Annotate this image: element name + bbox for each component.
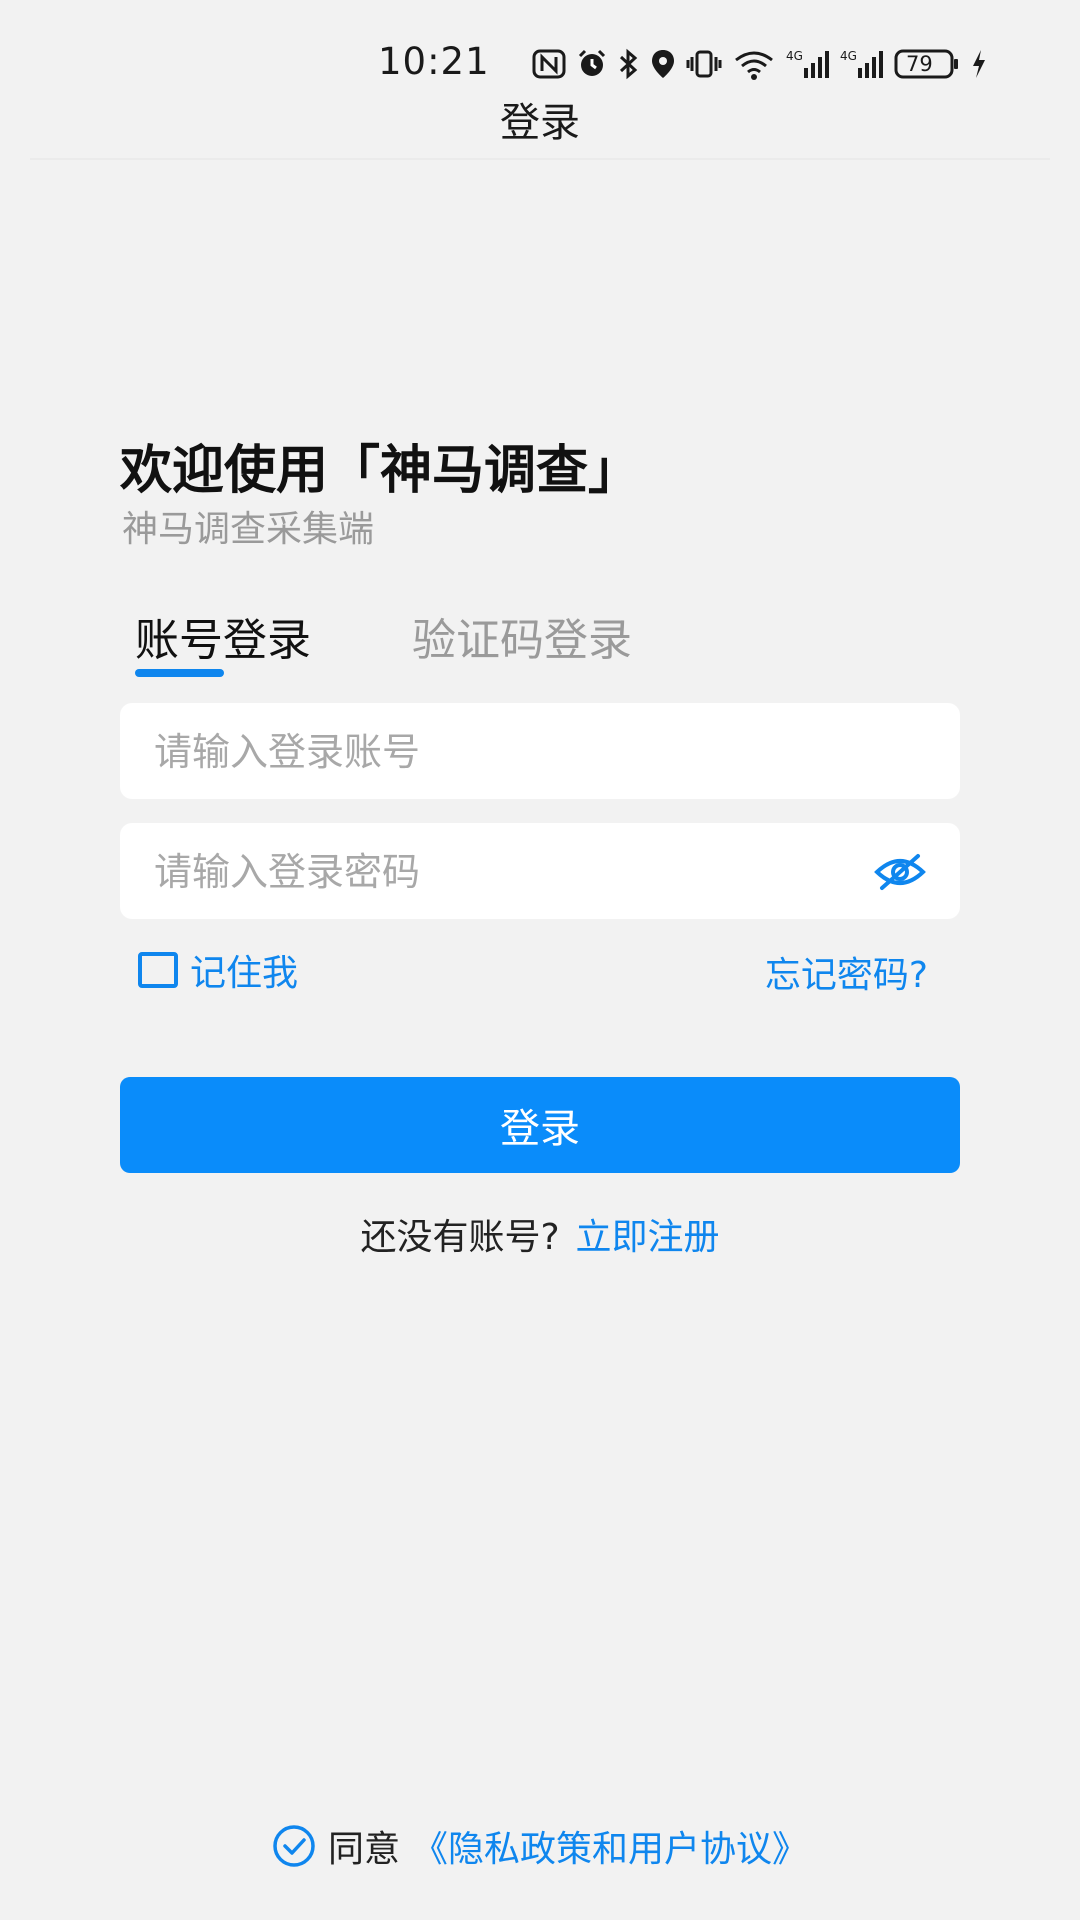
register-link[interactable]: 立即注册: [576, 1217, 720, 1258]
login-button[interactable]: 登录: [120, 1077, 960, 1173]
svg-text:4G: 4G: [786, 49, 803, 63]
battery-level: 79: [906, 52, 933, 76]
remember-me-toggle[interactable]: 记住我: [138, 946, 298, 994]
check-circle-icon[interactable]: [272, 1824, 316, 1868]
page-title: 登录: [500, 100, 580, 146]
charging-icon: [970, 48, 988, 80]
agreement-prefix: 同意: [327, 1829, 400, 1870]
welcome-subtitle: 神马调查采集端: [122, 509, 375, 550]
forgot-password-link[interactable]: 忘记密码?: [765, 946, 928, 998]
status-time: 10:21: [378, 40, 490, 83]
bluetooth-icon: [618, 48, 640, 80]
status-icons: 4G 4G 79: [532, 44, 998, 84]
remember-me-checkbox[interactable]: [138, 952, 178, 988]
toggle-password-visibility-button[interactable]: [872, 848, 928, 896]
agreement-row: 同意 《隐私政策和用户协议》: [0, 1820, 1080, 1872]
vibrate-icon: [686, 49, 722, 79]
wifi-icon: [732, 48, 776, 80]
signal-4g-icon: 4G: [840, 48, 884, 80]
password-field: [120, 823, 960, 921]
nfc-icon: [532, 49, 566, 79]
tab-sms-login[interactable]: 验证码登录: [412, 604, 632, 668]
location-icon: [650, 48, 676, 80]
remember-me-label: 记住我: [190, 953, 299, 994]
svg-text:4G: 4G: [840, 49, 857, 63]
battery-icon: 79: [894, 49, 960, 79]
welcome-title: 欢迎使用「神马调查」: [120, 441, 641, 501]
eye-off-icon: [874, 854, 926, 890]
title-bar: 登录: [0, 90, 1080, 160]
account-field: [120, 703, 960, 801]
account-input[interactable]: [152, 703, 896, 801]
login-screen: 10:21 4G 4G 79 登录 欢迎使用「神马调查」 神马调查采集端 账号登…: [0, 0, 1080, 1920]
signal-4g-icon: 4G: [786, 48, 830, 80]
register-row: 还没有账号? 立即注册: [0, 1208, 1080, 1260]
alarm-icon: [576, 48, 608, 80]
status-bar: 10:21 4G 4G 79: [0, 0, 1080, 100]
tab-active-indicator: [135, 669, 224, 677]
title-divider: [30, 158, 1050, 160]
password-input[interactable]: [152, 823, 896, 921]
register-prompt: 还没有账号?: [360, 1217, 560, 1258]
tab-account-login[interactable]: 账号登录: [135, 604, 311, 668]
privacy-policy-link[interactable]: 《隐私政策和用户协议》: [412, 1820, 808, 1872]
